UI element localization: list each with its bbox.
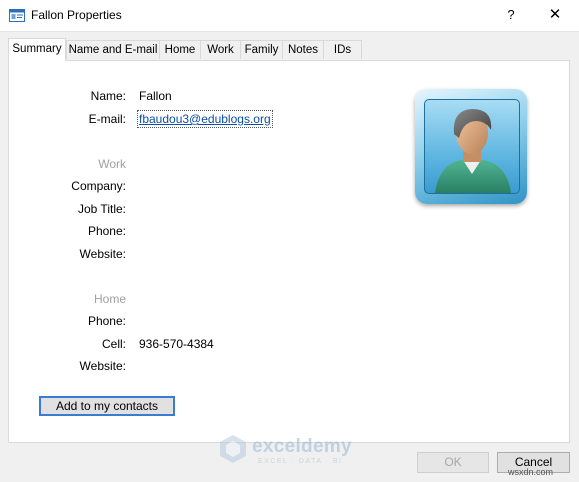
work-section-row: Work [9, 157, 409, 173]
job-title-label: Job Title: [77, 202, 126, 216]
job-title-row: Job Title: [9, 202, 409, 218]
home-phone-row: Phone: [9, 314, 409, 330]
work-phone-row: Phone: [9, 224, 409, 240]
work-phone-label: Phone: [87, 224, 126, 238]
home-section-row: Home [9, 292, 409, 308]
window-title: Fallon Properties [31, 8, 122, 22]
email-link[interactable]: fbaudou3@edublogs.org [137, 110, 273, 128]
help-button[interactable]: ? [496, 3, 526, 27]
cell-row: Cell: 936-570-4384 [9, 337, 409, 353]
tab-summary[interactable]: Summary [8, 38, 66, 61]
name-row: Name: Fallon [9, 89, 409, 105]
email-row: E-mail: fbaudou3@edublogs.org [9, 110, 409, 128]
company-label: Company: [71, 179, 126, 193]
watermark-brand: exceldemy [252, 436, 352, 457]
person-avatar-icon [435, 109, 511, 193]
cell-label: Cell: [101, 337, 126, 351]
tab-ids[interactable]: IDs [323, 40, 362, 59]
name-label: Name: [90, 89, 126, 103]
close-button[interactable]: ✕ [540, 3, 570, 27]
work-section-heading: Work [98, 157, 126, 171]
add-to-contacts-button[interactable]: Add to my contacts [39, 396, 175, 416]
email-label: E-mail: [88, 112, 126, 126]
summary-panel: Name: Fallon E-mail: fbaudou3@edublogs.o… [8, 60, 570, 443]
site-watermark: wsxdn.com [508, 467, 554, 477]
cell-value: 936-570-4384 [139, 337, 214, 351]
title-bar: Fallon Properties ? ✕ [0, 0, 579, 32]
home-phone-label: Phone: [87, 314, 126, 328]
watermark-tagline: EXCEL · DATA · BI [258, 458, 343, 465]
tab-home[interactable]: Home [159, 40, 201, 59]
home-section-heading: Home [93, 292, 126, 306]
name-value: Fallon [139, 89, 172, 103]
exceldemy-watermark: exceldemy EXCEL · DATA · BI [218, 433, 368, 469]
home-website-row: Website: [9, 359, 409, 375]
tab-family[interactable]: Family [240, 40, 283, 59]
company-row: Company: [9, 179, 409, 195]
tab-notes[interactable]: Notes [282, 40, 324, 59]
work-website-row: Website: [9, 247, 409, 263]
properties-window: Fallon Properties ? ✕ Summary Name and E… [0, 0, 579, 482]
home-website-label: Website: [79, 359, 126, 373]
contact-card-icon [9, 9, 25, 22]
contact-photo [415, 89, 527, 204]
exceldemy-logo-icon [220, 435, 246, 463]
work-website-label: Website: [79, 247, 126, 261]
ok-button[interactable]: OK [417, 452, 489, 473]
tab-name-and-email[interactable]: Name and E-mail [66, 40, 160, 59]
tab-work[interactable]: Work [200, 40, 241, 59]
